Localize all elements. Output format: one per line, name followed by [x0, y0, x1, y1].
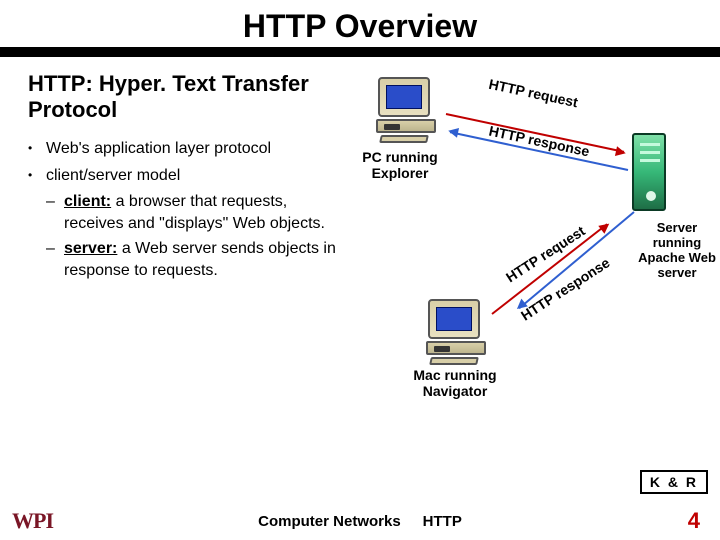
bullet-text: client/server model: [46, 167, 180, 184]
reference-badge: K & R: [640, 470, 708, 494]
mac-computer-icon: [426, 299, 488, 365]
logo-text: WPI: [12, 508, 53, 534]
sub-bullet-label: server:: [64, 240, 117, 257]
text-column: HTTP: Hyper. Text Transfer Protocol Web'…: [28, 71, 338, 401]
subtitle: HTTP: Hyper. Text Transfer Protocol: [28, 71, 338, 124]
sub-bullet-item: client: a browser that requests, receive…: [46, 191, 338, 234]
footer-right: HTTP: [423, 513, 462, 530]
response-label: HTTP response: [487, 123, 591, 160]
sub-bullet-item: server: a Web server sends objects in re…: [46, 238, 338, 281]
title-underline: [0, 47, 720, 57]
mac-label: Mac running Navigator: [410, 367, 500, 399]
request-label: HTTP request: [487, 76, 579, 111]
server-label: Server running Apache Web server: [634, 221, 720, 281]
server-icon: [632, 133, 666, 211]
slide: HTTP Overview HTTP: Hyper. Text Transfer…: [0, 0, 720, 540]
sub-bullet-list: client: a browser that requests, receive…: [46, 191, 338, 281]
bullet-item: Web's application layer protocol: [28, 138, 338, 160]
pc-computer-icon: [376, 77, 438, 143]
footer-text: Computer Networks HTTP: [258, 513, 462, 530]
footer-left: Computer Networks: [258, 513, 401, 530]
pc-label: PC running Explorer: [360, 149, 440, 181]
content-area: HTTP: Hyper. Text Transfer Protocol Web'…: [0, 57, 720, 401]
bullet-list: Web's application layer protocol client/…: [28, 138, 338, 282]
bullet-item: client/server model client: a browser th…: [28, 165, 338, 281]
wpi-logo-icon: WPI: [12, 508, 53, 534]
diagram: PC running Explorer Mac running Navigato…: [338, 71, 710, 401]
sub-bullet-label: client:: [64, 193, 111, 210]
footer: WPI Computer Networks HTTP 4: [0, 502, 720, 540]
title-bar: HTTP Overview: [0, 0, 720, 45]
page-number: 4: [688, 508, 700, 534]
slide-title: HTTP Overview: [0, 8, 720, 45]
